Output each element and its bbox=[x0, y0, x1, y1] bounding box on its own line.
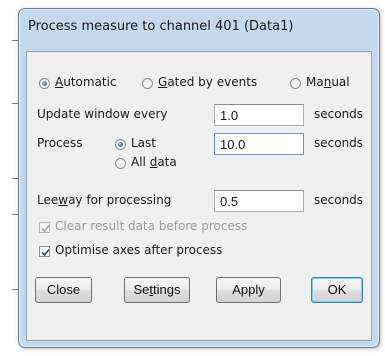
process-last-input[interactable]: 10.0 bbox=[214, 133, 304, 155]
clear-result-label[interactable]: Clear result data before process bbox=[55, 219, 247, 233]
manual-label-end: ual bbox=[331, 75, 350, 89]
settings-label-start: Se bbox=[133, 282, 150, 297]
process-unit-label: seconds bbox=[314, 136, 364, 150]
leeway-label-end: ay for processing bbox=[68, 193, 172, 207]
radio-selected-dot bbox=[118, 142, 123, 147]
process-last-label[interactable]: Last bbox=[131, 136, 156, 150]
update-interval-input[interactable]: 1.0 bbox=[214, 104, 304, 126]
close-button[interactable]: Close bbox=[35, 277, 92, 303]
mnemonic-g: G bbox=[158, 75, 168, 89]
process-dialog: Process measure to channel 401 (Data1) A… bbox=[18, 8, 380, 348]
radio-selected-dot bbox=[42, 81, 47, 86]
settings-button[interactable]: Settings bbox=[124, 277, 190, 303]
gated-by-events-label[interactable]: Gated by events bbox=[158, 75, 257, 89]
all-data-label-start: All bbox=[131, 155, 150, 169]
checkmark-icon bbox=[41, 248, 50, 257]
mnemonic-a: A bbox=[55, 75, 64, 89]
process-last-radio[interactable] bbox=[115, 139, 126, 150]
clear-result-checkbox[interactable] bbox=[39, 222, 50, 233]
leeway-input[interactable]: 0.5 bbox=[214, 190, 304, 212]
dialog-title: Process measure to channel 401 (Data1) bbox=[28, 19, 294, 34]
gated-label-rest: ated by events bbox=[167, 75, 258, 89]
automatic-label-rest: utomatic bbox=[63, 75, 117, 89]
process-all-data-label[interactable]: All data bbox=[131, 155, 177, 169]
checkmark-icon bbox=[41, 224, 50, 233]
title-bar[interactable]: Process measure to channel 401 (Data1) bbox=[19, 9, 379, 47]
apply-button[interactable]: Apply bbox=[216, 277, 281, 303]
settings-label-end: tings bbox=[153, 282, 181, 297]
dialog-body: Automatic Gated by events Manual Update … bbox=[26, 51, 372, 341]
manual-label-start: Ma bbox=[306, 75, 324, 89]
ok-button[interactable]: OK bbox=[311, 277, 363, 303]
process-label: Process bbox=[37, 136, 83, 150]
automatic-radio[interactable] bbox=[39, 78, 50, 89]
update-window-label: Update window every bbox=[37, 107, 168, 121]
all-data-label-end: ata bbox=[157, 155, 177, 169]
process-all-data-radio[interactable] bbox=[115, 158, 126, 169]
background-window-edge bbox=[0, 0, 18, 356]
gated-by-events-radio[interactable] bbox=[142, 78, 153, 89]
optimise-axes-checkbox[interactable] bbox=[39, 246, 50, 257]
manual-label[interactable]: Manual bbox=[306, 75, 350, 89]
leeway-label: Leeway for processing bbox=[37, 193, 171, 207]
leeway-label-start: Lee bbox=[37, 193, 59, 207]
update-unit-label: seconds bbox=[314, 107, 364, 121]
optimise-axes-label[interactable]: Optimise axes after process bbox=[55, 243, 222, 257]
manual-radio[interactable] bbox=[290, 78, 301, 89]
leeway-unit-label: seconds bbox=[314, 193, 364, 207]
automatic-label[interactable]: Automatic bbox=[55, 75, 117, 89]
mnemonic-w: w bbox=[58, 193, 69, 207]
